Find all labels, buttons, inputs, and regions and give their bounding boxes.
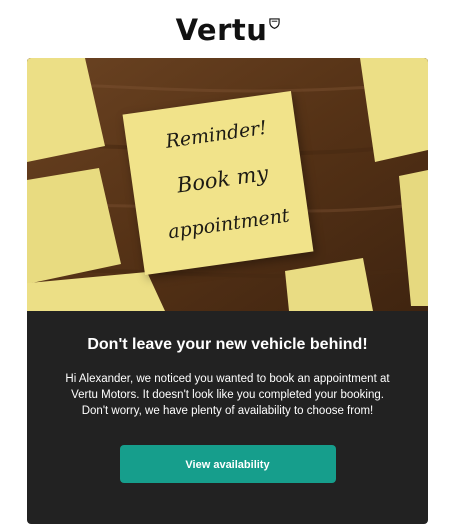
email-header: Vertu <box>0 0 456 57</box>
note-line-2: Book my <box>175 161 270 198</box>
note-line-1: Reminder! <box>164 116 269 153</box>
reminder-sticky-note: Reminder! Book my appointment <box>122 90 314 276</box>
vertu-logo[interactable]: Vertu <box>176 16 281 45</box>
note-line-3: appointment <box>166 204 291 244</box>
email-card: Reminder! Book my appointment Don't leav… <box>27 58 428 524</box>
logo-text: Vertu <box>175 13 268 47</box>
view-availability-button[interactable]: View availability <box>119 445 336 483</box>
hero-image: Reminder! Book my appointment <box>27 58 428 311</box>
body-text: Hi Alexander, we noticed you wanted to b… <box>65 373 390 417</box>
email-content: Don't leave your new vehicle behind! Hi … <box>27 311 428 483</box>
handwritten-note: Reminder! Book my appointment <box>134 99 313 270</box>
headline: Don't leave your new vehicle behind! <box>87 336 368 353</box>
shield-icon <box>269 18 281 29</box>
email-page: Vertu Reminder! Book my appointment Don'… <box>0 0 456 524</box>
